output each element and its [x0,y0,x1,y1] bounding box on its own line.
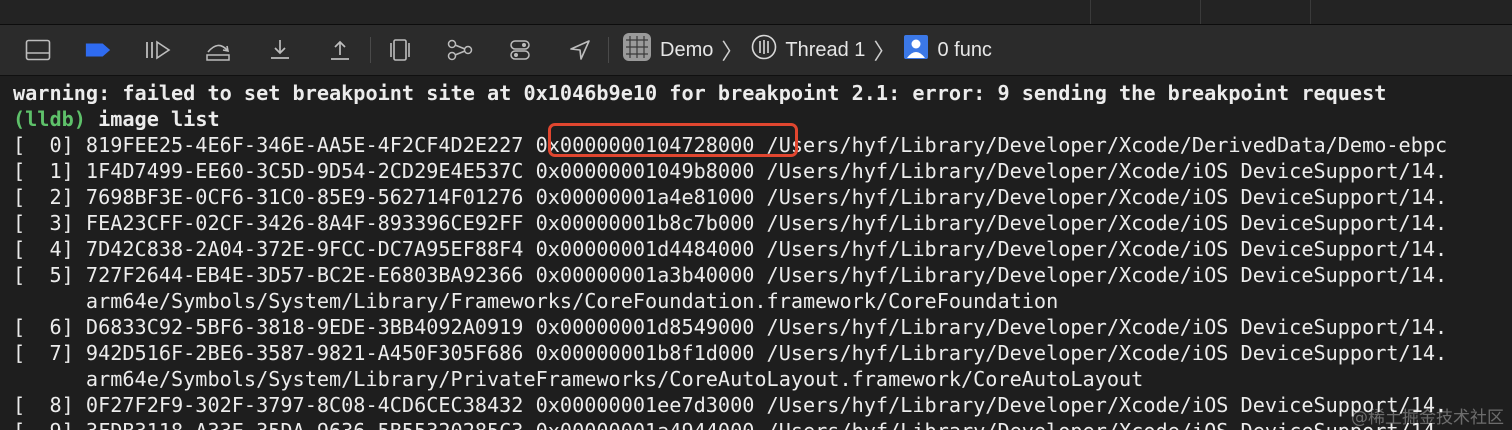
image-list-line: [ 8] 0F27F2F9-302F-3797-8C08-4CD6CEC3843… [13,393,1448,417]
highlight-box [548,123,798,157]
window-top-strip [0,0,1512,25]
chevron-right-icon: 〉 [873,39,896,64]
image-list-line: [ 2] 7698BF3E-0CF6-31C0-85E9-562714F0127… [13,185,1448,209]
watermark: @稀土掘金技术社区 [1351,408,1504,428]
lldb-prompt: (lldb) [13,107,86,131]
image-list-line: [ 9] 3FDB3118-A33E-35DA-9636-5B55320285C… [13,418,1447,430]
divider [1090,0,1091,24]
view-hierarchy-icon[interactable] [386,37,414,63]
breadcrumb: Demo 〉 Thread 1 〉 0 func [622,32,992,68]
image-list-line: [ 4] 7D42C838-2A04-372E-9FCC-DC7A95EF88F… [13,237,1448,261]
environment-overrides-icon[interactable] [506,37,534,63]
toolbar-separator [370,37,371,63]
image-list-line: [ 5] 727F2644-EB4E-3D57-BC2E-E6803BA9236… [13,263,1448,287]
thread-icon [751,34,777,66]
step-out-icon[interactable] [326,37,354,63]
breadcrumb-app[interactable]: Demo [622,32,713,68]
breadcrumb-frame[interactable]: 0 func [903,34,992,66]
image-list-line: arm64e/Symbols/System/Library/PrivateFra… [13,367,1144,391]
debug-toolbar: Demo 〉 Thread 1 〉 0 func [0,25,1512,76]
image-list-line: [ 7] 942D516F-2BE6-3587-9821-A450F305F68… [13,341,1448,365]
breadcrumb-thread[interactable]: Thread 1 [751,34,865,66]
app-icon [622,32,652,68]
image-list-line: arm64e/Symbols/System/Library/Frameworks… [13,289,1059,313]
step-over-icon[interactable] [204,37,232,63]
user-frame-icon [903,34,929,66]
memory-graph-icon[interactable] [446,37,474,63]
command-line: (lldb) image list [13,106,220,132]
warning-line: warning: failed to set breakpoint site a… [13,81,1387,105]
lldb-console[interactable]: warning: failed to set breakpoint site a… [0,76,1512,430]
image-list-line: [ 3] FEA23CFF-02CF-3426-8A4F-893396CE92F… [13,211,1448,235]
hide-debug-area-icon[interactable] [24,37,52,63]
breadcrumb-thread-label: Thread 1 [785,38,866,61]
continue-icon[interactable] [144,37,172,63]
divider [1310,0,1311,24]
simulate-location-icon[interactable] [566,37,594,63]
command-text: image list [85,107,220,131]
toolbar-separator [608,37,609,63]
image-list-line: [ 1] 1F4D7499-EE60-3C5D-9D54-2CD29E4E537… [13,159,1448,183]
breadcrumb-app-label: Demo [660,38,714,61]
breadcrumb-frame-label: 0 func [937,38,992,61]
image-list-line: [ 6] D6833C92-5BF6-3818-9EDE-3BB4092A091… [13,315,1448,339]
step-into-icon[interactable] [266,37,294,63]
breakpoints-toggle-icon[interactable] [84,37,112,63]
chevron-right-icon: 〉 [721,39,744,64]
divider [1200,0,1201,24]
